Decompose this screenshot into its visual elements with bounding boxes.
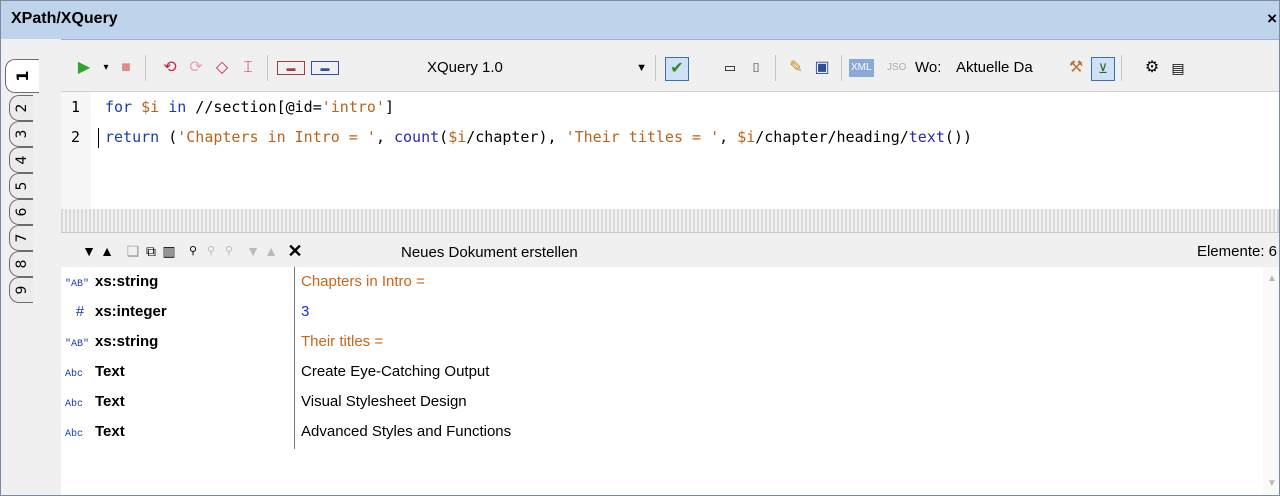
tab-4[interactable]: 4 [9,147,33,173]
remove-comment-icon[interactable]: ▬ [311,61,339,75]
breakpoint-icon[interactable]: ⌶ [237,57,259,79]
step-into-icon[interactable]: ⟲ [159,57,181,79]
result-value: Visual Stylesheet Design [301,393,467,410]
new-document-button[interactable]: Neues Dokument erstellen [401,244,578,261]
line-number: 2 [71,128,81,146]
find-next-icon[interactable]: ⚲ [203,241,219,261]
code-line-1: for $i in //section[@id='intro'] [105,98,394,116]
tab-7[interactable]: 7 [9,225,33,251]
result-count: Elemente: 6 [1196,243,1277,260]
text-type-icon: Abc [65,399,84,410]
xquery-editor[interactable]: 1 2 for $i in //section[@id='intro'] ret… [61,91,1279,210]
table-row[interactable]: # xs:integer 3 [61,299,1261,328]
pane-splitter[interactable] [61,209,1279,233]
tab-2[interactable]: 2 [9,95,33,121]
tab-1[interactable]: 1 [5,59,39,93]
clear-icon[interactable]: ✕ [287,241,303,261]
scroll-up-icon[interactable]: ▲ [1267,273,1277,284]
text-type-icon: Abc [65,369,84,380]
result-type: xs:string [95,273,159,290]
result-value: 3 [301,303,310,320]
string-type-icon: "AB" [65,279,90,290]
evaluator-icon[interactable]: ⌷ [745,57,767,79]
result-type: xs:integer [95,303,167,320]
table-row[interactable]: "AB" xs:string Their titles = [61,329,1261,358]
step-out-icon[interactable]: ◇ [211,57,233,79]
text-type-icon: Abc [65,429,84,440]
table-row[interactable]: Abc Text Create Eye-Catching Output [61,359,1261,388]
table-row[interactable]: "AB" xs:string Chapters in Intro = [61,269,1261,298]
execute-dropdown-icon[interactable]: ▾ [95,57,117,79]
expression-tab-strip: 1 2 3 4 5 6 7 8 9 [1,39,61,495]
table-icon[interactable]: ▥ [161,241,177,261]
result-type: Text [95,393,125,410]
result-type: Text [95,423,125,440]
output-mode-icon[interactable]: ⊻ [1091,57,1115,81]
result-value: Advanced Styles and Functions [301,423,512,440]
title-bar: XPath/XQuery × [1,1,1279,40]
gear-icon[interactable]: ⚙ [1141,57,1163,79]
number-type-icon: # [75,304,85,321]
previous-result-icon[interactable]: ▲ [99,241,115,261]
find-previous-icon[interactable]: ⚲ [221,241,237,261]
filter-up-icon[interactable]: ▲ [263,241,279,261]
copy-icon[interactable]: ❏ [125,241,141,261]
next-result-icon[interactable]: ▼ [81,241,97,261]
result-value: Create Eye-Catching Output [301,363,490,380]
xquery-toolbar: ▶ ▾ ■ ⟲ ⟳ ◇ ⌶ ▬ ▬ XQuery 1.0 ▼ ✔ ▭ ⌷ ✎ ▣… [61,45,1279,91]
settings-tools-icon[interactable]: ⚒ [1065,57,1087,79]
string-type-icon: "AB" [65,339,90,350]
tab-3[interactable]: 3 [9,121,33,147]
mode-label: Wo: [915,59,942,76]
tab-6[interactable]: 6 [9,199,33,225]
xpath-xquery-window: XPath/XQuery × 1 2 3 4 5 6 7 8 9 ▶ ▾ ■ ⟲… [0,0,1280,496]
builder-icon[interactable]: ▭ [719,57,741,79]
window-title: XPath/XQuery [11,10,118,27]
find-icon[interactable]: ⚲ [185,241,201,261]
save-icon[interactable]: ▣ [811,57,833,79]
xquery-version-select[interactable]: XQuery 1.0 ▼ [427,57,647,79]
result-type: xs:string [95,333,159,350]
xml-badge[interactable]: XML [849,59,874,77]
vertical-scrollbar[interactable]: ▲ ▼ [1263,267,1279,495]
result-type: Text [95,363,125,380]
table-row[interactable]: Abc Text Visual Stylesheet Design [61,389,1261,418]
execute-icon[interactable]: ▶ [73,57,95,79]
close-icon[interactable]: × [1267,9,1277,29]
copy-all-icon[interactable]: ⧉ [143,241,159,261]
context-select[interactable]: Aktuelle Da [956,57,1051,79]
json-badge[interactable]: JSO [887,57,906,79]
results-grid: "AB" xs:string Chapters in Intro = # xs:in… [61,267,1279,495]
line-number-gutter: 1 2 [61,92,91,210]
text-cursor [98,128,99,148]
validate-icon[interactable]: ✔ [665,57,689,81]
tab-9[interactable]: 9 [9,277,33,303]
result-value: Chapters in Intro = [301,273,425,290]
scroll-down-icon[interactable]: ▼ [1267,478,1277,489]
result-value: Their titles = [301,333,384,350]
code-line-2: return ('Chapters in Intro = ', count($i… [105,128,972,146]
tab-5[interactable]: 5 [9,173,33,199]
filter-down-icon[interactable]: ▼ [245,241,261,261]
tab-8[interactable]: 8 [9,251,33,277]
open-file-icon[interactable]: ✎ [785,57,807,79]
window-icon[interactable]: ▤ [1167,57,1189,79]
insert-comment-icon[interactable]: ▬ [277,61,305,75]
step-over-icon[interactable]: ⟳ [185,57,207,79]
stop-icon[interactable]: ■ [115,57,137,79]
table-row[interactable]: Abc Text Advanced Styles and Functions [61,419,1261,448]
results-toolbar: ▼ ▲ ❏ ⧉ ▥ ⚲ ⚲ ⚲ ▼ ▲ ✕ Neues Dokument ers… [61,237,1279,268]
line-number: 1 [71,98,81,116]
chevron-down-icon: ▼ [636,62,647,74]
